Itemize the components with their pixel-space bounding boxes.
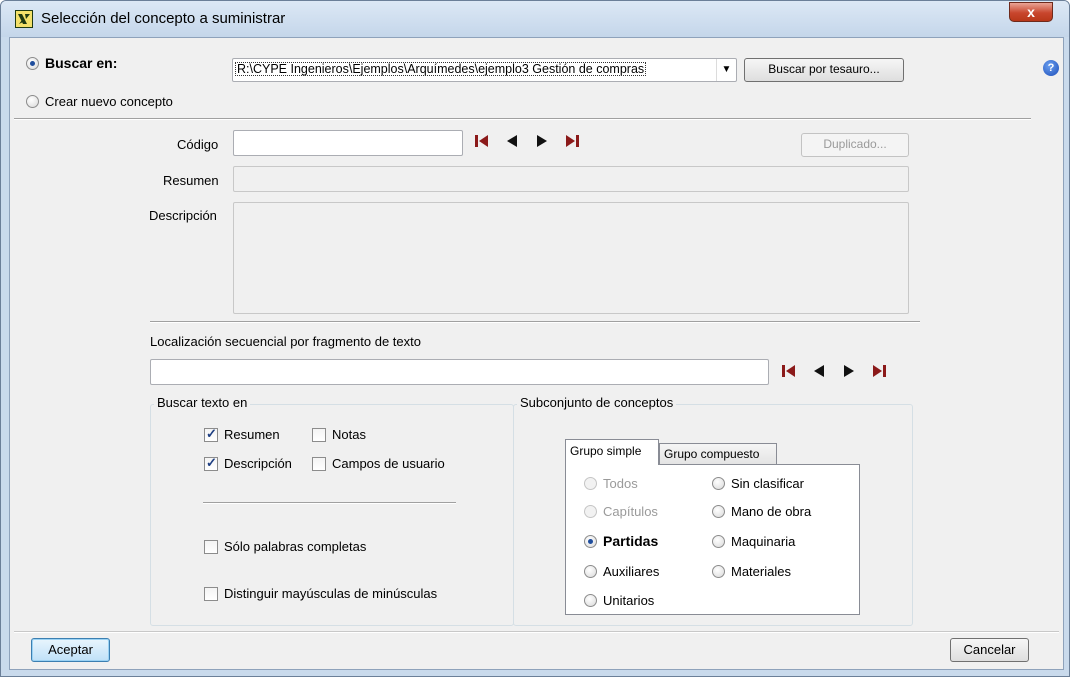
buscar-en-radio[interactable]: [26, 57, 39, 70]
duplicado-button[interactable]: Duplicado...: [801, 133, 909, 157]
dialog-window: Selección del concepto a suministrar x B…: [0, 0, 1070, 677]
separator: [150, 321, 920, 323]
prev-icon: [507, 135, 517, 147]
distinguir-label: Distinguir mayúsculas de minúsculas: [224, 586, 438, 601]
last-arrow-icon: [566, 135, 575, 147]
app-icon: [15, 10, 33, 28]
title-bar: Selección del concepto a suministrar x: [1, 1, 1069, 37]
resumen-checkbox[interactable]: [204, 426, 218, 442]
path-dropdown[interactable]: R:\CYPE Ingenieros\Ejemplos\Arquímedes\e…: [232, 58, 737, 82]
materiales-radio[interactable]: [712, 565, 725, 578]
first-arrow-icon: [479, 135, 488, 147]
localizacion-nav-buttons[interactable]: [780, 363, 890, 379]
notas-checkbox[interactable]: [312, 428, 326, 442]
partidas-label: Partidas: [603, 533, 659, 549]
unitarios-label: Unitarios: [603, 593, 655, 608]
resumen-check-label: Resumen: [224, 427, 280, 442]
codigo-label: Código: [177, 137, 219, 152]
next-icon: [537, 135, 547, 147]
cancelar-button[interactable]: Cancelar: [950, 638, 1029, 662]
distinguir-checkbox[interactable]: [204, 587, 218, 601]
separator: [203, 502, 456, 504]
descripcion-check-label: Descripción: [224, 456, 292, 471]
campos-usuario-checkbox[interactable]: [312, 457, 326, 471]
unitarios-radio[interactable]: [584, 594, 597, 607]
todos-radio[interactable]: [584, 477, 597, 490]
help-icon[interactable]: ?: [1043, 60, 1059, 76]
resumen-field[interactable]: [233, 166, 909, 192]
footer-separator: [14, 631, 1059, 633]
partidas-radio[interactable]: [584, 535, 597, 548]
buscar-en-label: Buscar en:: [45, 55, 118, 71]
todos-label: Todos: [603, 476, 638, 491]
codigo-nav-buttons[interactable]: [473, 133, 583, 149]
capitulos-label: Capítulos: [603, 504, 658, 519]
last-icon: [576, 135, 579, 147]
separator: [14, 118, 1031, 120]
chevron-down-icon[interactable]: ▼: [716, 59, 736, 81]
localizacion-label: Localización secuencial por fragmento de…: [150, 334, 421, 349]
window-title: Selección del concepto a suministrar: [41, 10, 286, 27]
path-value: R:\CYPE Ingenieros\Ejemplos\Arquímedes\e…: [235, 62, 647, 76]
mano-de-obra-radio[interactable]: [712, 505, 725, 518]
resumen-label: Resumen: [163, 173, 219, 188]
auxiliares-label: Auxiliares: [603, 564, 660, 579]
maquinaria-radio[interactable]: [712, 535, 725, 548]
prev-icon: [814, 365, 824, 377]
localizacion-input[interactable]: [150, 359, 769, 385]
descripcion-field[interactable]: [233, 202, 909, 314]
materiales-label: Materiales: [731, 564, 791, 579]
buscar-texto-title: Buscar texto en: [154, 395, 251, 410]
next-icon: [844, 365, 854, 377]
close-button[interactable]: x: [1009, 2, 1053, 22]
tab-grupo-simple[interactable]: Grupo simple: [565, 439, 659, 465]
descripcion-checkbox[interactable]: [204, 455, 218, 471]
aceptar-button[interactable]: Aceptar: [31, 638, 110, 662]
first-icon: [782, 365, 785, 377]
solo-palabras-checkbox[interactable]: [204, 540, 218, 554]
mano-de-obra-label: Mano de obra: [731, 504, 812, 519]
codigo-input[interactable]: [233, 130, 463, 156]
first-arrow-icon: [786, 365, 795, 377]
crear-nuevo-radio[interactable]: [26, 95, 39, 108]
maquinaria-label: Maquinaria: [731, 534, 796, 549]
first-icon: [475, 135, 478, 147]
notas-check-label: Notas: [332, 427, 366, 442]
crear-nuevo-label: Crear nuevo concepto: [45, 94, 173, 109]
capitulos-radio[interactable]: [584, 505, 597, 518]
campos-usuario-check-label: Campos de usuario: [332, 456, 445, 471]
dialog-body: Buscar en: R:\CYPE Ingenieros\Ejemplos\A…: [9, 37, 1064, 670]
subconjunto-title: Subconjunto de conceptos: [517, 395, 677, 410]
auxiliares-radio[interactable]: [584, 565, 597, 578]
last-arrow-icon: [873, 365, 882, 377]
solo-palabras-label: Sólo palabras completas: [224, 539, 367, 554]
sin-clasificar-radio[interactable]: [712, 477, 725, 490]
sin-clasificar-label: Sin clasificar: [731, 476, 804, 491]
tab-grupo-compuesto[interactable]: Grupo compuesto: [659, 443, 777, 465]
buscar-tesauro-button[interactable]: Buscar por tesauro...: [744, 58, 904, 82]
descripcion-label: Descripción: [149, 208, 217, 223]
last-icon: [883, 365, 886, 377]
